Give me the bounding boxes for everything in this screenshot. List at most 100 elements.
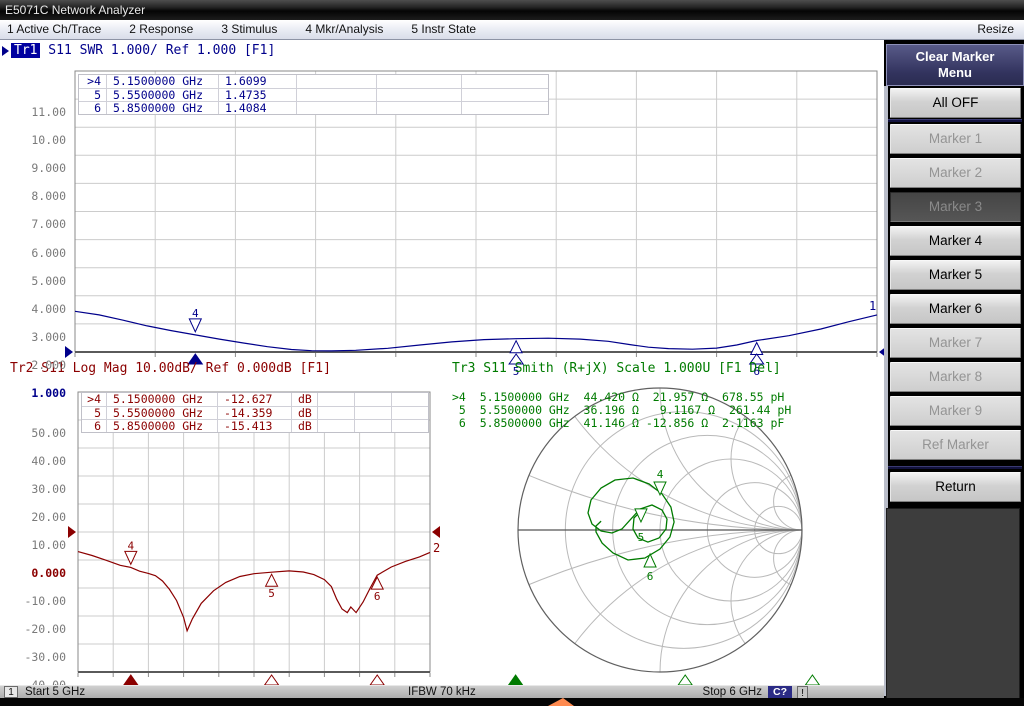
y-tick-label: 7.000 bbox=[8, 217, 66, 231]
marker-table-cell: 5.1500000 GHz bbox=[107, 75, 219, 88]
logmag-stimulus-marker-6 bbox=[370, 675, 384, 685]
marker-table-cell: >4 bbox=[79, 75, 107, 88]
logmag-stimulus-marker-4 bbox=[124, 675, 138, 685]
y-tick-label: 11.00 bbox=[8, 105, 66, 119]
marker-table-cell bbox=[297, 75, 377, 88]
marker-table-cell: 1.4084 bbox=[219, 102, 297, 114]
e5071c-screen: E5071C Network Analyzer 1 Active Ch/Trac… bbox=[0, 0, 1024, 706]
cursor-artifact bbox=[548, 698, 574, 706]
smith-stimulus-marker-5 bbox=[678, 675, 692, 685]
y-tick-label: 10.00 bbox=[8, 538, 66, 552]
logmag-ref-arrow-left bbox=[68, 526, 76, 538]
marker-table-cell: 1.4735 bbox=[219, 89, 297, 101]
softkey-marker-6[interactable]: Marker 6 bbox=[890, 294, 1021, 324]
marker-table-row: 55.5500000 GHz1.4735 bbox=[79, 88, 548, 101]
marker-table-row: >45.1500000 GHz1.6099 bbox=[79, 75, 548, 88]
y-tick-label: 30.00 bbox=[8, 482, 66, 496]
swr-marker-6 bbox=[751, 343, 763, 355]
trace2-marker-table: >45.1500000 GHz-12.627dB 55.5500000 GHz-… bbox=[81, 392, 429, 433]
swr-trace-number: 1 bbox=[869, 299, 876, 313]
y-tick-label: 5.000 bbox=[8, 274, 66, 288]
logmag-stimulus-marker-5 bbox=[265, 675, 279, 685]
logmag-ref-arrow-right bbox=[432, 526, 440, 538]
logmag-trace-number: 2 bbox=[433, 541, 440, 555]
active-trace-arrow-icon bbox=[2, 46, 9, 56]
softkey-return[interactable]: Return bbox=[890, 472, 1021, 502]
window-title: E5071C Network Analyzer bbox=[5, 3, 145, 17]
marker-table-cell bbox=[377, 102, 462, 114]
softkey-marker-7[interactable]: Marker 7 bbox=[890, 328, 1021, 358]
marker-table-row: 65.8500000 GHz-15.413dB bbox=[82, 419, 428, 432]
y-tick-label: 40.00 bbox=[8, 454, 66, 468]
swr-ref-arrow-left bbox=[65, 346, 73, 358]
y-tick-label: 8.000 bbox=[8, 189, 66, 203]
trace1-tag: Tr1 bbox=[11, 43, 40, 58]
y-tick-label: -30.00 bbox=[8, 650, 66, 664]
marker-table-cell: dB bbox=[292, 420, 318, 432]
trace1-title[interactable]: Tr1 S11 SWR 1.000/ Ref 1.000 [F1] bbox=[2, 43, 275, 58]
marker-table-cell bbox=[462, 89, 548, 101]
swr-marker-label-4: 4 bbox=[192, 307, 199, 320]
marker-table-cell: >4 bbox=[82, 393, 107, 406]
softkey-marker-8[interactable]: Marker 8 bbox=[890, 362, 1021, 392]
y-tick-label: 20.00 bbox=[8, 510, 66, 524]
menu-item-2[interactable]: 2 Response bbox=[129, 20, 193, 39]
softkey-marker-4[interactable]: Marker 4 bbox=[890, 226, 1021, 256]
y-tick-label: 2.000 bbox=[8, 358, 66, 372]
y-tick-label: 10.00 bbox=[8, 133, 66, 147]
marker-table-cell bbox=[297, 89, 377, 101]
logmag-marker-4 bbox=[125, 551, 137, 564]
y-tick-label: 4.000 bbox=[8, 302, 66, 316]
swr-marker-4 bbox=[189, 319, 201, 332]
smith-marker-label-5: 5 bbox=[638, 531, 645, 544]
softkey-ref-marker[interactable]: Ref Marker bbox=[890, 430, 1021, 460]
softkey-marker-3[interactable]: Marker 3 bbox=[890, 192, 1021, 222]
marker-table-cell bbox=[392, 393, 428, 406]
y-tick-label: 1.000 bbox=[8, 386, 66, 400]
marker-table-cell: 6 bbox=[82, 420, 107, 432]
marker-table-cell: 5.5500000 GHz bbox=[107, 89, 219, 101]
marker-table-row: 65.8500000 GHz1.4084 bbox=[79, 101, 548, 114]
status-bar: 1 Start 5 GHz IFBW 70 kHz Stop 6 GHz C? … bbox=[0, 685, 884, 698]
marker-table-cell bbox=[377, 89, 462, 101]
menu-item-3[interactable]: 3 Stimulus bbox=[221, 20, 277, 39]
y-tick-label: 50.00 bbox=[8, 426, 66, 440]
marker-table-cell bbox=[318, 420, 355, 432]
smith-stimulus-marker-6 bbox=[805, 675, 819, 685]
marker-table-cell bbox=[297, 102, 377, 114]
marker-table-cell: 5.8500000 GHz bbox=[107, 102, 219, 114]
softkey-marker-2[interactable]: Marker 2 bbox=[890, 158, 1021, 188]
softkey-menu-header-line1: Clear Marker bbox=[887, 49, 1023, 65]
softkey-menu-header: Clear Marker Menu bbox=[886, 44, 1024, 86]
marker-table-cell bbox=[462, 75, 548, 88]
logmag-marker-label-4: 4 bbox=[127, 539, 134, 552]
smith-marker-label-4: 4 bbox=[657, 468, 664, 481]
softkey-separator-2 bbox=[888, 466, 1022, 469]
smith-marker-label-6: 6 bbox=[647, 570, 654, 583]
trace3-title[interactable]: Tr3 S11 Smith (R+jX) Scale 1.000U [F1 De… bbox=[452, 361, 781, 376]
menu-item-5[interactable]: 5 Instr State bbox=[411, 20, 476, 39]
bottom-strip bbox=[0, 698, 1024, 706]
softkey-marker-9[interactable]: Marker 9 bbox=[890, 396, 1021, 426]
menu-item-1[interactable]: 1 Active Ch/Trace bbox=[7, 20, 101, 39]
marker-table-cell bbox=[355, 393, 392, 406]
softkey-all-off[interactable]: All OFF bbox=[890, 88, 1021, 118]
marker-table-row: 55.5500000 GHz-14.359dB bbox=[82, 406, 428, 419]
marker-table-cell bbox=[355, 420, 392, 432]
marker-table-cell: 5.8500000 GHz bbox=[107, 420, 218, 432]
logmag-marker-label-5: 5 bbox=[268, 587, 275, 600]
marker-table-cell: -14.359 bbox=[218, 407, 292, 419]
marker-table-cell: dB bbox=[292, 393, 318, 406]
menu-resize[interactable]: Resize bbox=[977, 20, 1014, 39]
marker-table-cell bbox=[355, 407, 392, 419]
marker-table-cell: -12.627 bbox=[218, 393, 292, 406]
softkey-empty-area bbox=[886, 508, 1020, 706]
softkey-marker-5[interactable]: Marker 5 bbox=[890, 260, 1021, 290]
logmag-marker-label-6: 6 bbox=[374, 590, 381, 603]
marker-table-row: >45.1500000 GHz-12.627dB bbox=[82, 393, 428, 406]
menu-bar: 1 Active Ch/Trace 2 Response 3 Stimulus 4 M… bbox=[0, 20, 1024, 40]
softkey-marker-1[interactable]: Marker 1 bbox=[890, 124, 1021, 154]
menu-item-4[interactable]: 4 Mkr/Analysis bbox=[305, 20, 383, 39]
smith-marker-row: 6 5.8500000 GHz 41.146 Ω -12.856 Ω 2.116… bbox=[452, 417, 791, 430]
marker-table-cell: -15.413 bbox=[218, 420, 292, 432]
